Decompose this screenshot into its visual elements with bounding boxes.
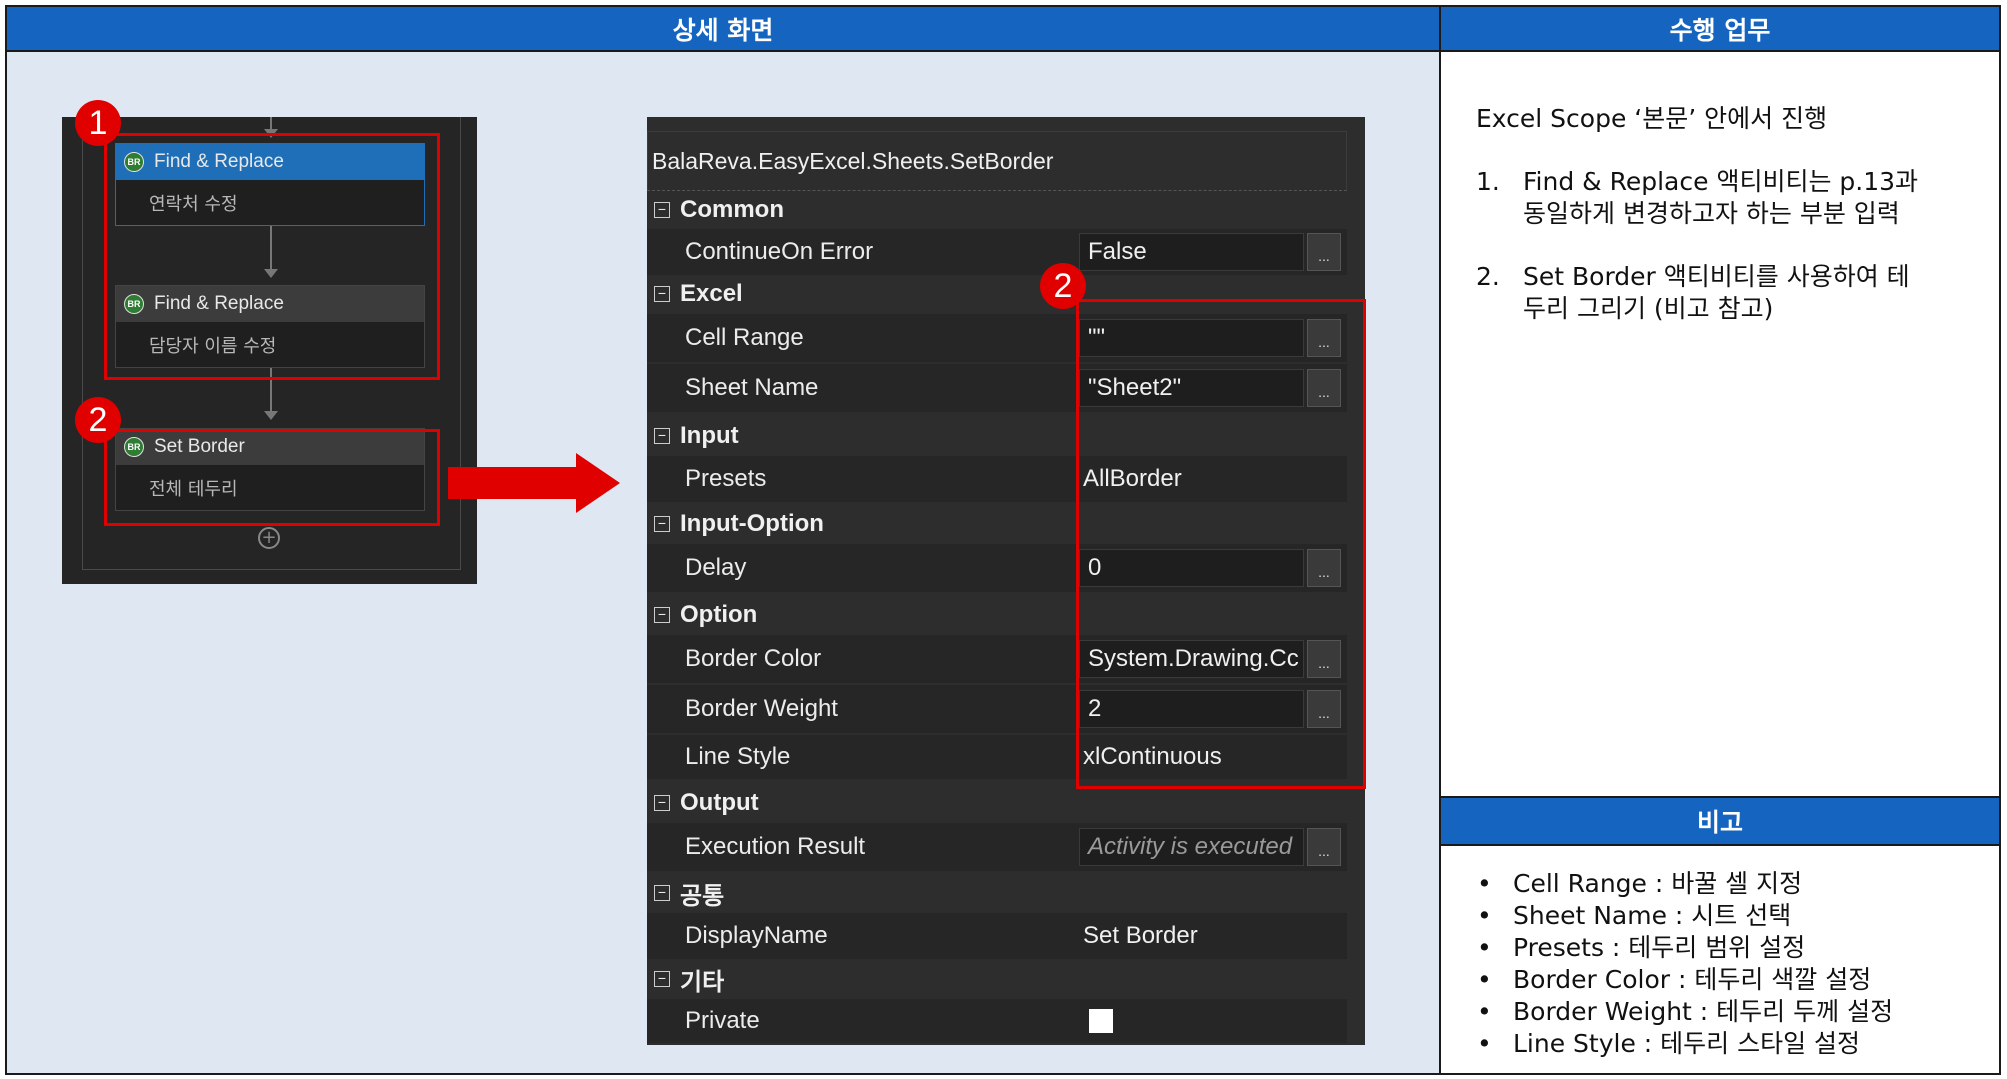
step-number: 2.: [1476, 262, 1500, 291]
notes-item: Border Weight : 테두리 두께 설정: [1477, 996, 1977, 1028]
property-name: Cell Range: [685, 324, 804, 351]
step-line: 두리 그리기 (비고 참고): [1523, 294, 1774, 323]
collapse-icon[interactable]: −: [654, 971, 670, 987]
sequence-border-left: [82, 117, 83, 569]
notes-item: Presets : 테두리 범위 설정: [1477, 932, 1977, 964]
category-label: Option: [680, 601, 758, 628]
task-intro: Excel Scope ‘본문’ 안에서 진행: [1476, 104, 1828, 133]
category-label: Input-Option: [680, 510, 824, 537]
detail-screen-header: 상세 화면: [7, 7, 1439, 52]
step-number: 1.: [1476, 167, 1500, 196]
notes-header: 비고: [1441, 798, 1999, 846]
ellipsis-button[interactable]: ...: [1307, 828, 1341, 866]
collapse-icon[interactable]: −: [654, 885, 670, 901]
notes-item: Sheet Name : 시트 선택: [1477, 900, 1977, 932]
private-checkbox[interactable]: [1089, 1009, 1113, 1033]
category-label: 공통: [680, 882, 725, 910]
execution-result-input[interactable]: Activity is executed: [1079, 828, 1304, 866]
collapse-icon[interactable]: −: [654, 202, 670, 218]
continue-on-error-input[interactable]: False: [1079, 233, 1304, 271]
property-name: Presets: [685, 465, 767, 492]
step-marker-2: 2: [75, 397, 121, 443]
task-step-2: 2. Set Border 액티비티를 사용하여 테 두리 그리기 (비고 참고…: [1476, 261, 1976, 325]
step-marker-properties: 2: [1040, 263, 1086, 309]
highlight-box-1: [104, 133, 440, 380]
category-label: 기타: [680, 968, 725, 996]
property-name: ContinueOn Error: [685, 238, 874, 265]
highlight-box-properties: [1076, 299, 1366, 789]
highlight-box-2: [104, 429, 440, 526]
collapse-icon[interactable]: −: [654, 428, 670, 444]
category-output[interactable]: − Output: [647, 784, 1347, 822]
notes-item: Border Color : 테두리 색깔 설정: [1477, 964, 1977, 996]
property-name: Line Style: [685, 743, 791, 770]
property-name: Private: [685, 1007, 760, 1034]
step-line: Find & Replace 액티비티는 p.13과: [1523, 167, 1919, 196]
property-execution-result: Execution Result Activity is executed ..…: [647, 823, 1347, 871]
notes-title: 비고: [1696, 808, 1743, 837]
category-misc[interactable]: − 기타: [647, 960, 1347, 998]
notes-item: Line Style : 테두리 스타일 설정: [1477, 1028, 1977, 1060]
task-header: 수행 업무: [1441, 7, 1999, 52]
collapse-icon[interactable]: −: [654, 795, 670, 811]
property-name: DisplayName: [685, 922, 828, 949]
step-line: Set Border 액티비티를 사용하여 테: [1523, 262, 1910, 291]
right-arrow-icon: [448, 453, 620, 513]
property-display-name: DisplayName Set Border: [647, 913, 1347, 959]
property-private: Private: [647, 999, 1347, 1043]
sequence-border-bottom: [82, 569, 461, 570]
detail-screen-title: 상세 화면: [672, 15, 774, 45]
display-name-input[interactable]: Set Border: [1079, 917, 1339, 955]
collapse-icon[interactable]: −: [654, 286, 670, 302]
property-continue-on-error: ContinueOn Error False ...: [647, 229, 1347, 275]
category-common-kr[interactable]: − 공통: [647, 874, 1347, 912]
collapse-icon[interactable]: −: [654, 516, 670, 532]
property-name: Delay: [685, 554, 747, 581]
property-name: Border Color: [685, 645, 822, 672]
step-line: 동일하게 변경하고자 하는 부분 입력: [1523, 199, 1900, 228]
category-label: Input: [680, 422, 739, 449]
property-name: Border Weight: [685, 695, 838, 722]
properties-title: BalaReva.EasyExcel.Sheets.SetBorder: [647, 131, 1347, 191]
property-name: Execution Result: [685, 833, 866, 860]
task-title: 수행 업무: [1669, 15, 1771, 45]
notes-list: Cell Range : 바꿀 셀 지정 Sheet Name : 시트 선택 …: [1477, 868, 1977, 1060]
connector-arrow: [264, 411, 278, 420]
notes-item: Cell Range : 바꿀 셀 지정: [1477, 868, 1977, 900]
property-name: Sheet Name: [685, 374, 819, 401]
category-common[interactable]: − Common: [647, 191, 1347, 229]
task-text: Excel Scope ‘본문’ 안에서 진행 1. Find & Replac…: [1476, 103, 1976, 325]
category-label: Common: [680, 196, 784, 223]
collapse-icon[interactable]: −: [654, 607, 670, 623]
category-label: Excel: [680, 280, 743, 307]
add-activity-plus-icon[interactable]: +: [258, 527, 280, 549]
task-step-1: 1. Find & Replace 액티비티는 p.13과 동일하게 변경하고자…: [1476, 166, 1976, 230]
ellipsis-button[interactable]: ...: [1307, 233, 1341, 271]
category-label: Output: [680, 789, 759, 816]
step-marker-1: 1: [75, 100, 121, 146]
